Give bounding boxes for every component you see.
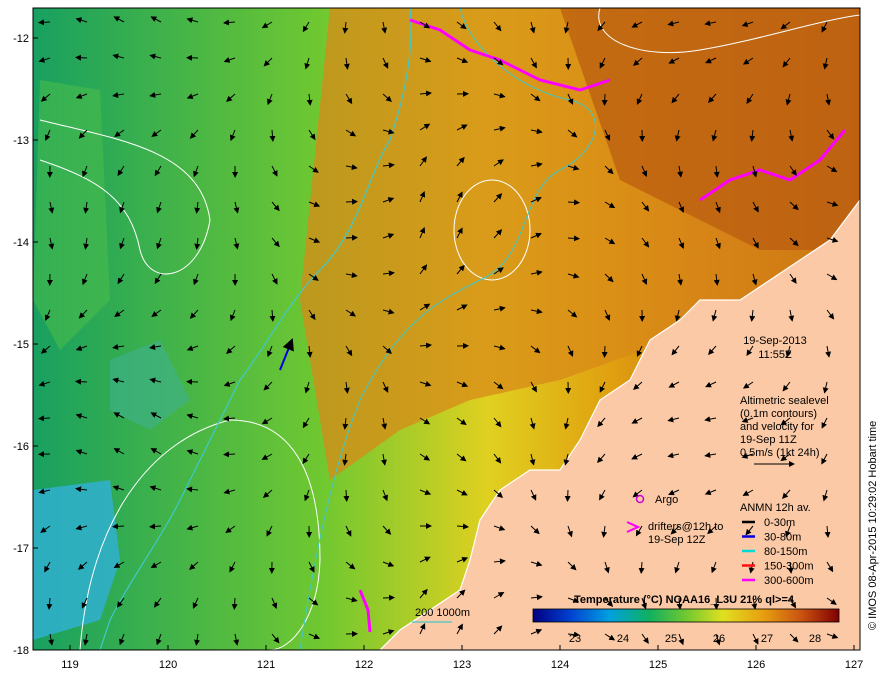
colorbar-tick-label: 23 (569, 633, 581, 645)
velocity-arrow (564, 489, 571, 502)
velocity-arrow (345, 234, 358, 241)
argo-label: Argo (655, 494, 678, 506)
lon-tick-label: 127 (845, 659, 863, 671)
anmn-title: ANMN 12h av. (740, 502, 811, 514)
lon-tick-label: 119 (61, 659, 79, 671)
anmn-legend-label: 0-30m (764, 517, 795, 529)
lat-tick-label: -13 (13, 135, 29, 147)
map-canvas (33, 8, 860, 650)
velocity-arrow (343, 489, 350, 502)
velocity-arrow (601, 93, 608, 106)
map-date: 19-Sep-2013 (743, 335, 807, 347)
green-water-band (33, 80, 110, 350)
altimetry-note-line: Altimetric sealevel (740, 395, 829, 407)
lat-tick-label: -16 (13, 441, 29, 453)
velocity-arrow (75, 378, 88, 385)
lon-tick-label: 120 (159, 659, 177, 671)
colorbar-tick-label: 24 (617, 633, 629, 645)
velocity-arrow (38, 19, 51, 26)
sst-map: 119 120 121 122 123 124 125 126 127 -12 … (13, 7, 879, 671)
lat-tick-label: -14 (13, 237, 29, 249)
lat-tick-label: -17 (13, 543, 29, 555)
anmn-legend-label: 300-600m (764, 575, 814, 587)
velocity-arrow (601, 345, 608, 358)
colorbar (532, 608, 840, 623)
velocity-arrow (112, 523, 125, 530)
velocity-arrow (382, 594, 395, 601)
lon-tick-label: 125 (649, 659, 667, 671)
altimetry-note-line: and velocity for (740, 421, 814, 433)
velocity-arrow (223, 451, 236, 458)
colorbar-title: Temperature (°C) NOAA16_L3U 21% ql>=4 (574, 594, 795, 606)
anmn-legend-label: 80-150m (764, 546, 807, 558)
lon-tick-label: 121 (257, 659, 275, 671)
velocity-arrow (231, 597, 238, 610)
velocity-arrow (75, 54, 88, 61)
anmn-legend-label: 150-300m (764, 561, 814, 573)
isobath-label: 200 1000m (415, 607, 470, 619)
lon-tick-label: 124 (551, 659, 569, 671)
colorbar-tick-label: 28 (809, 633, 821, 645)
colorbar-tick-label: 25 (665, 633, 677, 645)
drifters-label-line: drifters@12h to (648, 521, 723, 533)
lat-tick-label: -15 (13, 339, 29, 351)
colorbar-tick-label: 26 (713, 633, 725, 645)
lon-tick-label: 126 (747, 659, 765, 671)
credit-text: © IMOS 08-Apr-2015 10:29:02 Hobart time (867, 421, 879, 630)
lat-tick-label: -12 (13, 33, 29, 45)
lon-tick-label: 123 (453, 659, 471, 671)
map-time: 11:55Z (758, 349, 792, 361)
altimetry-note-line: 19-Sep 11Z (740, 434, 797, 446)
velocity-arrow (38, 415, 51, 422)
lon-tick-label: 122 (355, 659, 373, 671)
altimetry-note-line: 0.5m/s (1kt 24h) (740, 447, 819, 459)
lat-tick-label: -18 (13, 645, 29, 657)
colorbar-tick-label: 27 (761, 633, 773, 645)
altimetry-note-line: (0.1m contours) (740, 408, 817, 420)
velocity-arrow (567, 199, 580, 206)
velocity-arrow (345, 198, 358, 205)
drifters-label-line: 19-Sep 12Z (648, 534, 706, 546)
velocity-arrow (567, 235, 580, 242)
anmn-legend-label: 30-80m (764, 532, 801, 544)
